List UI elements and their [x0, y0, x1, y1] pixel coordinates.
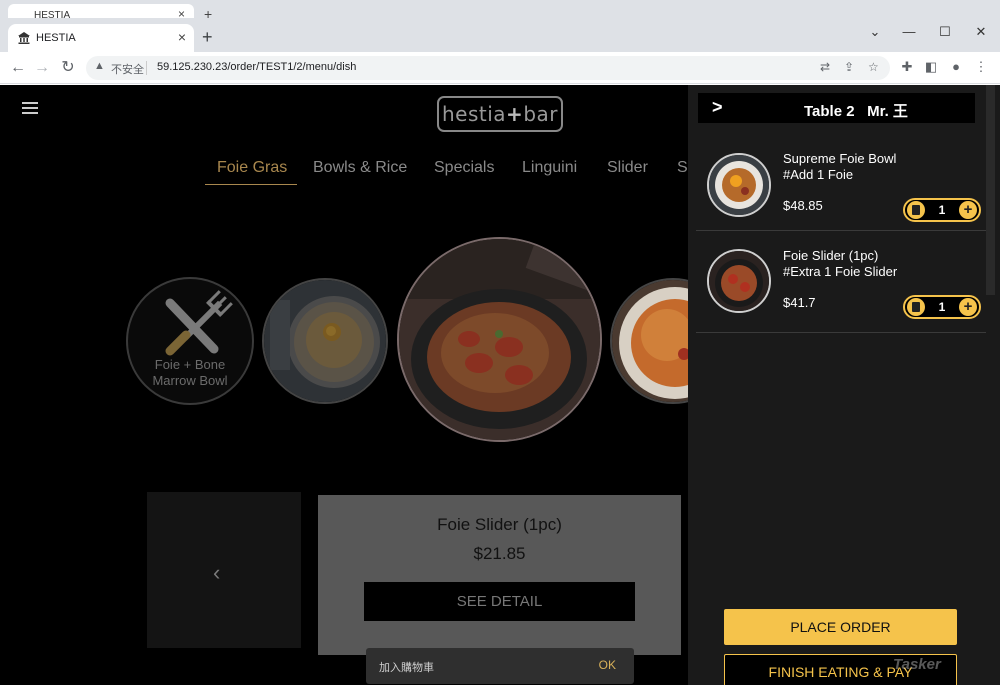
extensions-icon[interactable]: ✚: [898, 59, 916, 75]
browser-toolbar: ← → ↻ ▲ 不安全 59.125.230.23/order/TEST1/2/…: [0, 52, 1000, 84]
dish-title: Foie Slider (1pc): [437, 515, 562, 534]
snackbar: 加入購物車 OK: [366, 648, 634, 684]
item-label-line2: Marrow Bowl: [152, 373, 228, 388]
tab-more[interactable]: Si: [677, 159, 688, 177]
carbonara-dish-item[interactable]: [262, 278, 388, 404]
cart-item-name-line1: Foie Slider (1pc): [783, 248, 879, 263]
cart-item-name: Supreme Foie Bowl #Add 1 Foie: [783, 151, 896, 183]
share-icon[interactable]: ⇪: [844, 60, 854, 74]
back-icon[interactable]: ←: [8, 58, 28, 78]
see-detail-button[interactable]: SEE DETAIL: [364, 582, 635, 621]
place-order-button[interactable]: PLACE ORDER: [724, 609, 957, 645]
new-tab-button[interactable]: +: [202, 28, 213, 46]
foie-bone-marrow-bowl-item[interactable]: Foie + Bone Marrow Bowl: [126, 277, 254, 405]
address-bar[interactable]: ▲ 不安全 59.125.230.23/order/TEST1/2/menu/d…: [86, 56, 890, 80]
cart-item-option: #Extra 1 Foie Slider: [783, 264, 898, 279]
translate-icon[interactable]: ⇄: [820, 60, 830, 74]
cart-item: Supreme Foie Bowl #Add 1 Foie $48.85 1 +: [696, 135, 986, 231]
temple-favicon-icon: [18, 32, 30, 44]
chevron-left-icon[interactable]: ‹: [213, 560, 220, 586]
tab-linguini[interactable]: Linguini: [522, 159, 577, 177]
tab-bowls-rice[interactable]: Bowls & Rice: [313, 159, 407, 177]
plus-icon[interactable]: +: [959, 298, 977, 316]
maximize-icon[interactable]: ☐: [928, 21, 962, 43]
browser-chrome: HESTIA × + HESTIA × + ⌄ — ☐ ✕ ← → ↻ ▲ 不安…: [0, 0, 1000, 85]
side-panel-icon[interactable]: ◧: [922, 59, 940, 75]
chevron-right-icon[interactable]: >: [712, 97, 723, 118]
cart-item: Foie Slider (1pc) #Extra 1 Foie Slider $…: [696, 237, 986, 333]
close-icon[interactable]: ✕: [964, 21, 998, 43]
cart-item-option: #Add 1 Foie: [783, 167, 854, 182]
item-label-line1: Foie + Bone: [154, 357, 226, 372]
tab-hestia[interactable]: HESTIA ×: [8, 24, 194, 52]
reload-icon[interactable]: ↻: [58, 58, 78, 78]
cart-item-price: $48.85: [783, 198, 823, 213]
cart-title: Table 2 Mr. 王: [804, 103, 908, 120]
bookmark-star-icon[interactable]: ☆: [868, 60, 879, 74]
spaghetti-sausage-photo: [399, 239, 600, 440]
foie-bowl-photo: [709, 155, 769, 215]
snackbar-message: 加入購物車: [379, 662, 434, 674]
tab-title: HESTIA: [36, 32, 76, 44]
omnibox-divider: [146, 61, 147, 75]
minimize-icon[interactable]: —: [892, 21, 926, 43]
cart-panel: > Table 2 Mr. 王 Supreme Foie Bowl #Add 1…: [688, 85, 1000, 685]
profile-avatar-icon[interactable]: ●: [947, 59, 965, 74]
forward-icon[interactable]: →: [32, 58, 52, 78]
tab-close-icon[interactable]: ×: [178, 29, 186, 45]
active-category-underline: [205, 184, 297, 185]
foie-slider-photo: [709, 251, 769, 311]
logo-plus: +: [506, 102, 524, 126]
warning-icon[interactable]: ▲: [94, 60, 105, 72]
menu-page: hestia+bar Foie Gras Bowls & Rice Specia…: [0, 85, 1000, 685]
category-nav: Foie Gras Bowls & Rice Specials Linguini…: [205, 159, 688, 185]
cart-item-thumbnail: [707, 153, 771, 217]
quantity-stepper: 1 +: [903, 198, 981, 222]
cart-item-name-line1: Supreme Foie Bowl: [783, 151, 897, 166]
tab-search-chevron-icon[interactable]: ⌄: [858, 21, 892, 43]
watermark: Tasker: [893, 656, 941, 673]
hestia-bar-logo[interactable]: hestia+bar: [437, 96, 563, 132]
logo-text-left: hestia: [441, 102, 507, 126]
tab-foie-gras[interactable]: Foie Gras: [217, 159, 287, 177]
tab-strip: HESTIA × + ⌄ — ☐ ✕: [0, 18, 1000, 52]
quantity-stepper: 1 +: [903, 295, 981, 319]
hamburger-menu-icon[interactable]: [22, 102, 38, 114]
cart-item-thumbnail: [707, 249, 771, 313]
logo-text-right: bar: [523, 102, 558, 126]
tab-specials[interactable]: Specials: [434, 159, 494, 177]
tab-slider[interactable]: Slider: [607, 159, 648, 177]
dish-price: $21.85: [473, 544, 526, 563]
more-menu-icon[interactable]: ⋮: [972, 59, 990, 75]
carbonara-photo: [264, 280, 386, 402]
cart-scrollbar[interactable]: [986, 85, 1000, 685]
carousel-prev-card: ‹: [147, 492, 301, 648]
url-text[interactable]: 59.125.230.23/order/TEST1/2/menu/dish: [157, 61, 356, 73]
dish-detail-card: Foie Slider (1pc) $21.85 SEE DETAIL: [318, 495, 681, 655]
plus-icon[interactable]: +: [959, 201, 977, 219]
security-label[interactable]: 不安全: [111, 61, 144, 77]
cart-item-price: $41.7: [783, 295, 816, 310]
spaghetti-sausage-dish-item[interactable]: [397, 237, 602, 442]
cart-item-name: Foie Slider (1pc) #Extra 1 Foie Slider: [783, 248, 897, 280]
snackbar-ok-button[interactable]: OK: [599, 658, 616, 672]
cart-header: > Table 2 Mr. 王: [698, 93, 975, 123]
